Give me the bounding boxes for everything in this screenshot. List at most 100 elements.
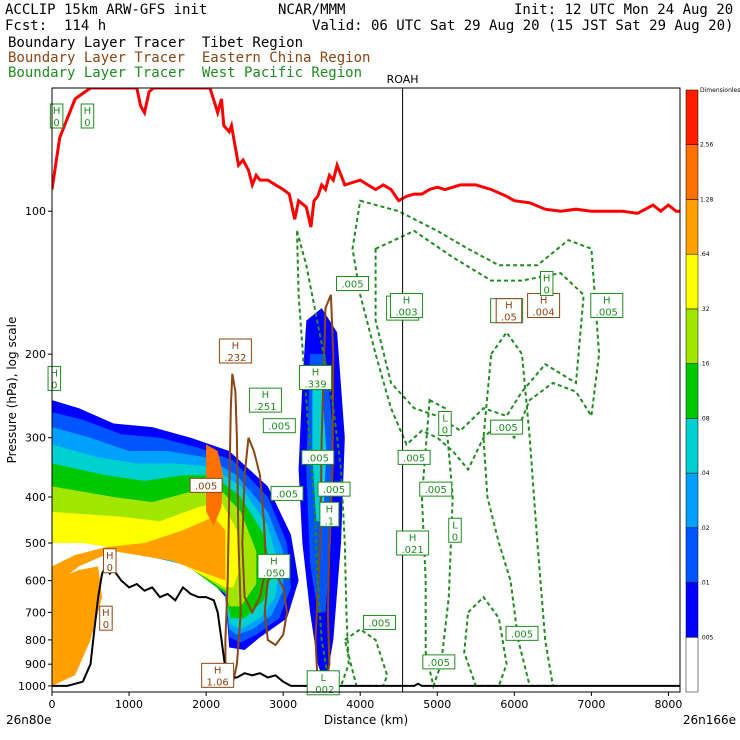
contour-label-value-10: 0 [103, 620, 109, 631]
contour-label-15: .005 [307, 453, 329, 464]
contour-label-5: .005 [268, 422, 290, 433]
contour-label-1: H [84, 106, 92, 117]
colorbar-label-1: .01 [700, 580, 710, 587]
contour-label-value-9: 0 [107, 563, 113, 574]
contour-label-33: .005 [428, 658, 450, 669]
y-tick-label-100: 100 [25, 205, 46, 218]
y-tick-label-900: 900 [25, 658, 46, 671]
contour-label-28: .005 [425, 485, 447, 496]
contour-label-2: H [232, 341, 240, 352]
colorbar-swatch-6 [685, 308, 699, 364]
right-endpoint-label: 26n166e [683, 713, 736, 727]
contour-label-4: H [262, 390, 270, 401]
y-tick-label-700: 700 [25, 606, 46, 619]
contour-label-22: H [543, 274, 551, 285]
x-tick-label-2000: 2000 [192, 698, 220, 711]
colorbar-label-4: .08 [700, 415, 710, 422]
colorbar-swatch-1 [685, 582, 699, 638]
contour-label-16: .005 [323, 485, 345, 496]
west-pacific-contour-5 [343, 628, 389, 687]
contour-label-value-18: .002 [312, 685, 334, 696]
y-tick-label-500: 500 [25, 537, 46, 550]
x-tick-label-8000: 8000 [654, 698, 682, 711]
contour-label-value-11: 1.06 [207, 677, 229, 688]
west-pacific-contour-2 [374, 229, 585, 432]
colorbar-swatch-5 [685, 363, 699, 419]
contour-label-31: .005 [368, 618, 390, 629]
y-tick-label-800: 800 [25, 634, 46, 647]
colorbar-label-2: .02 [700, 525, 710, 532]
colorbar-label-9: 2.56 [700, 142, 714, 149]
contour-label-23: H [603, 296, 611, 307]
contour-label-value-19: .003 [395, 308, 417, 319]
y-tick-label-200: 200 [25, 348, 46, 361]
contour-label-value-29: 0 [452, 532, 458, 543]
x-tick-label-0: 0 [49, 698, 56, 711]
plot-frame [51, 87, 681, 693]
colorbar-swatch-10 [685, 89, 699, 145]
contour-label-value-25: 0 [442, 425, 448, 436]
colorbar-swatch-3 [685, 472, 699, 529]
x-tick-label-5000: 5000 [423, 698, 451, 711]
colorbar-label-10: Dimensionless [700, 87, 740, 94]
x-tick-label-7000: 7000 [577, 698, 605, 711]
y-tick-label-300: 300 [25, 432, 46, 445]
west-pacific-contour-1 [351, 199, 601, 472]
contour-label-value-2: .232 [224, 353, 246, 364]
plot-layer [52, 88, 680, 690]
contour-label-7: .005 [276, 489, 298, 500]
contour-label-21: H [540, 296, 548, 307]
contour-label-8: H [270, 556, 278, 567]
colorbar-swatch-4 [685, 418, 699, 474]
colorbar-label-3: .04 [700, 470, 710, 477]
contour-label-value-24: .05 [501, 313, 517, 324]
x-tick-label-1000: 1000 [115, 698, 143, 711]
contour-label-value-14: .339 [304, 379, 326, 390]
contour-label-14: H [312, 367, 320, 378]
contour-label-25: L [442, 413, 448, 424]
colorbar-swatch-2 [685, 527, 699, 583]
colorbar-label-0: .005 [700, 634, 714, 641]
colorbar-label-6: .32 [700, 306, 710, 313]
contour-label-24: H [505, 301, 513, 312]
contour-label-10: H [102, 608, 110, 619]
x-tick-label-6000: 6000 [500, 698, 528, 711]
contour-label-value-1: 0 [84, 118, 90, 129]
tropopause-line [52, 88, 680, 228]
colorbar-swatch-8 [685, 199, 699, 255]
contour-label-12: .005 [341, 280, 363, 291]
contour-label-30: H [409, 533, 417, 544]
contour-label-value-30: .021 [401, 545, 423, 556]
y-tick-label-600: 600 [25, 575, 46, 588]
contour-label-17: H [326, 504, 334, 515]
x-tick-label-3000: 3000 [269, 698, 297, 711]
contour-label-0: H [53, 106, 61, 117]
contour-label-32: .005 [511, 629, 533, 640]
cross-section-chart: ROAHH0H0H.232H0H.251.005.005.005H.050H0H… [5, 73, 740, 727]
contour-label-27: .005 [403, 453, 425, 464]
y-tick-label-400: 400 [25, 491, 46, 504]
contour-label-11: H [214, 665, 222, 676]
contour-label-value-17: .1 [325, 516, 335, 527]
colorbar-swatch-7 [685, 253, 699, 310]
colorbar-swatch-9 [685, 144, 699, 200]
colorbar-label-5: .16 [700, 361, 710, 368]
colorbar-swatch-0 [685, 637, 699, 693]
y-tick-label-1000: 1000 [18, 680, 46, 693]
contour-label-value-22: 0 [544, 286, 550, 297]
contour-label-value-4: .251 [254, 402, 276, 413]
contour-label-29: L [452, 520, 458, 531]
x-axis-label: Distance (km) [324, 713, 408, 727]
contour-label-value-21: .004 [532, 308, 554, 319]
contour-label-value-23: .005 [596, 308, 618, 319]
colorbar-label-7: .64 [700, 251, 710, 258]
y-axis-label: Pressure (hPa), log scale [5, 317, 19, 464]
contour-label-18: L [320, 673, 326, 684]
contour-label-value-8: .050 [263, 568, 285, 579]
contour-label-value-0: 0 [53, 118, 59, 129]
contour-label-6: .005 [195, 481, 217, 492]
left-endpoint-label: 26n80e [6, 713, 52, 727]
contour-label-19: H [403, 296, 411, 307]
roah-marker-label: ROAH [387, 73, 419, 86]
contour-label-26: .005 [495, 423, 517, 434]
